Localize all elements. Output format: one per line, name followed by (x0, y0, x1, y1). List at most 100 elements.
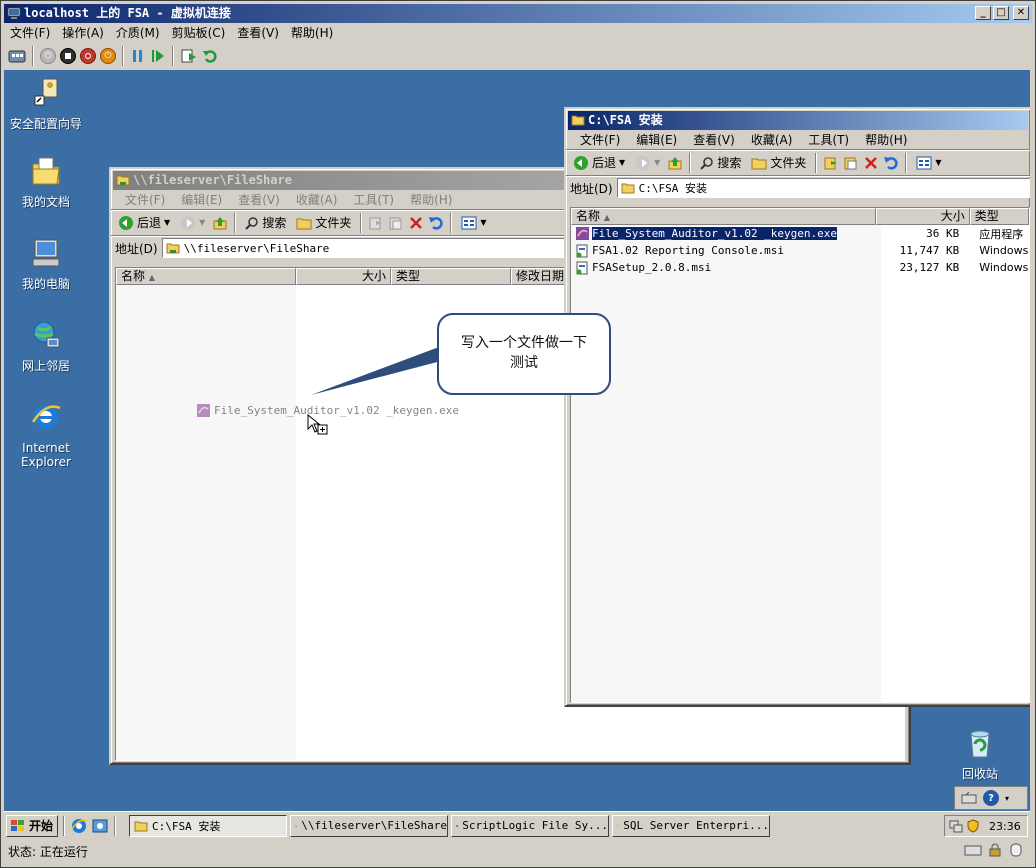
folder-icon (751, 158, 767, 169)
column-type[interactable]: 类型 (391, 268, 511, 285)
host-maximize-button[interactable]: □ (993, 6, 1009, 20)
up-folder-icon[interactable] (212, 215, 228, 231)
menu-tools[interactable]: 工具(T) (800, 131, 857, 148)
forward-button[interactable]: ▼ (177, 215, 208, 231)
menu-help[interactable]: 帮助(H) (402, 191, 460, 208)
options-arrow-icon[interactable]: ▾ (1005, 794, 1009, 803)
fsa-address-bar: 地址(D) C:\FSA 安装 (566, 176, 1030, 200)
desktop-icon-recycle-bin[interactable]: 回收站 (940, 726, 1020, 781)
move-to-icon[interactable] (823, 155, 839, 171)
internet-explorer-icon[interactable] (70, 817, 88, 835)
dropdown-arrow-icon[interactable]: ▼ (164, 218, 170, 227)
keyboard-icon[interactable] (961, 791, 977, 805)
menu-file[interactable]: 文件(F) (117, 191, 173, 208)
clock[interactable]: 23:36 (989, 820, 1021, 833)
shutdown-icon[interactable] (80, 48, 96, 64)
task-sql-server[interactable]: SQL Server Enterpri... (612, 814, 770, 837)
address-input[interactable]: C:\FSA 安装 (616, 178, 1030, 198)
menu-favorites[interactable]: 收藏(A) (743, 131, 801, 148)
fsa-file-list[interactable]: 名称 ▲ 大小 类型 File_System_Auditor_v1.02 _ke… (570, 207, 1030, 703)
menu-help[interactable]: 帮助(H) (857, 131, 915, 148)
file-row[interactable]: FSA1.02 Reporting Console.msi 11,747 KB … (571, 242, 1029, 259)
host-menu-view[interactable]: 查看(V) (231, 24, 285, 42)
desktop-icon-my-computer[interactable]: 我的电脑 (6, 236, 86, 291)
address-value: \\fileserver\FileShare (183, 241, 330, 255)
views-icon (461, 216, 477, 229)
file-name: FSASetup_2.0.8.msi (592, 261, 712, 274)
system-tray: 23:36 (944, 815, 1028, 837)
start-button[interactable]: 开始 (6, 814, 58, 837)
up-folder-icon[interactable] (667, 155, 683, 171)
delete-icon[interactable] (863, 155, 879, 171)
column-size[interactable]: 大小 (876, 208, 970, 225)
host-close-button[interactable]: ✕ (1013, 6, 1029, 20)
desktop-icon-security-wizard[interactable]: 安全配置向导 (6, 76, 86, 131)
desktop-icon-network-places[interactable]: 网上邻居 (6, 318, 86, 373)
task-scriptlogic[interactable]: ScriptLogic File Sy... (451, 814, 609, 837)
menu-edit[interactable]: 编辑(E) (173, 191, 230, 208)
move-to-icon[interactable] (368, 215, 384, 231)
back-button[interactable]: 后退 ▼ (115, 214, 173, 231)
host-menu-action[interactable]: 操作(A) (56, 24, 110, 42)
host-minimize-button[interactable]: _ (975, 6, 991, 20)
delete-icon[interactable] (408, 215, 424, 231)
column-name[interactable]: 名称 ▲ (571, 208, 877, 225)
task-fsa-install[interactable]: C:\FSA 安装 (129, 814, 287, 837)
turn-off-icon[interactable] (60, 48, 76, 64)
toolbar-separator (234, 212, 237, 233)
search-button[interactable]: 搜索 (697, 154, 744, 171)
snapshot-icon[interactable] (180, 48, 198, 64)
copy-to-icon[interactable] (388, 215, 404, 231)
fsa-title-bar[interactable]: C:\FSA 安装 (568, 111, 1028, 130)
pause-icon[interactable] (130, 48, 146, 64)
host-menu-clipboard[interactable]: 剪贴板(C) (166, 24, 232, 42)
forward-button[interactable]: ▼ (632, 155, 663, 171)
column-type[interactable]: 类型 (969, 208, 1029, 225)
column-size[interactable]: 大小 (296, 268, 391, 285)
dropdown-arrow-icon[interactable]: ▼ (654, 158, 660, 167)
menu-view[interactable]: 查看(V) (685, 131, 743, 148)
revert-icon[interactable] (202, 48, 218, 64)
windows-logo-icon (11, 819, 24, 831)
fsa-install-window[interactable]: C:\FSA 安装 文件(F) 编辑(E) 查看(V) 收藏(A) 工具(T) … (564, 107, 1030, 707)
menu-tools[interactable]: 工具(T) (345, 191, 402, 208)
views-button[interactable]: ▼ (913, 156, 944, 170)
dropdown-arrow-icon[interactable]: ▼ (199, 218, 205, 227)
folders-button[interactable]: 文件夹 (293, 214, 354, 231)
power-icon[interactable]: ⏻ (100, 48, 116, 64)
back-button[interactable]: 后退 ▼ (570, 154, 628, 171)
menu-edit[interactable]: 编辑(E) (628, 131, 685, 148)
menu-file[interactable]: 文件(F) (572, 131, 628, 148)
search-label: 搜索 (262, 216, 287, 230)
network-folder-icon (166, 243, 180, 254)
start-icon[interactable]: ⏻ (40, 48, 56, 64)
folders-button[interactable]: 文件夹 (748, 154, 809, 171)
menu-view[interactable]: 查看(V) (230, 191, 288, 208)
host-menu-help[interactable]: 帮助(H) (285, 24, 339, 42)
resume-icon[interactable] (150, 48, 166, 64)
task-fileshare[interactable]: \\fileserver\FileShare (290, 814, 448, 837)
desktop-icon-internet-explorer[interactable]: Internet Explorer (6, 400, 86, 469)
desktop-icon-my-documents[interactable]: 我的文档 (6, 154, 86, 209)
toolbar-separator (689, 152, 692, 173)
views-button[interactable]: ▼ (458, 216, 489, 230)
copy-to-icon[interactable] (843, 155, 859, 171)
show-desktop-icon[interactable] (91, 817, 109, 835)
network-tray-icon[interactable] (949, 819, 963, 833)
ctrl-alt-del-icon[interactable] (8, 47, 26, 65)
host-menu-bar: 文件(F) 操作(A) 介质(M) 剪贴板(C) 查看(V) 帮助(H) (4, 24, 339, 42)
help-icon[interactable]: ? (983, 790, 999, 806)
security-shield-icon[interactable] (966, 819, 980, 833)
host-menu-media[interactable]: 介质(M) (110, 24, 166, 42)
dropdown-arrow-icon[interactable]: ▼ (619, 158, 625, 167)
file-row[interactable]: FSASetup_2.0.8.msi 23,127 KB Windows (571, 259, 1029, 276)
host-title-bar[interactable]: localhost 上的 FSA - 虚拟机连接 _ □ ✕ (4, 4, 1032, 23)
search-button[interactable]: 搜索 (242, 214, 289, 231)
host-title-text: localhost 上的 FSA - 虚拟机连接 (24, 6, 231, 20)
undo-icon[interactable] (883, 155, 899, 171)
file-row[interactable]: File_System_Auditor_v1.02 _keygen.exe 36… (571, 225, 1029, 242)
host-menu-file[interactable]: 文件(F) (4, 24, 56, 42)
menu-favorites[interactable]: 收藏(A) (288, 191, 346, 208)
column-name[interactable]: 名称 ▲ (116, 268, 296, 285)
undo-icon[interactable] (428, 215, 444, 231)
